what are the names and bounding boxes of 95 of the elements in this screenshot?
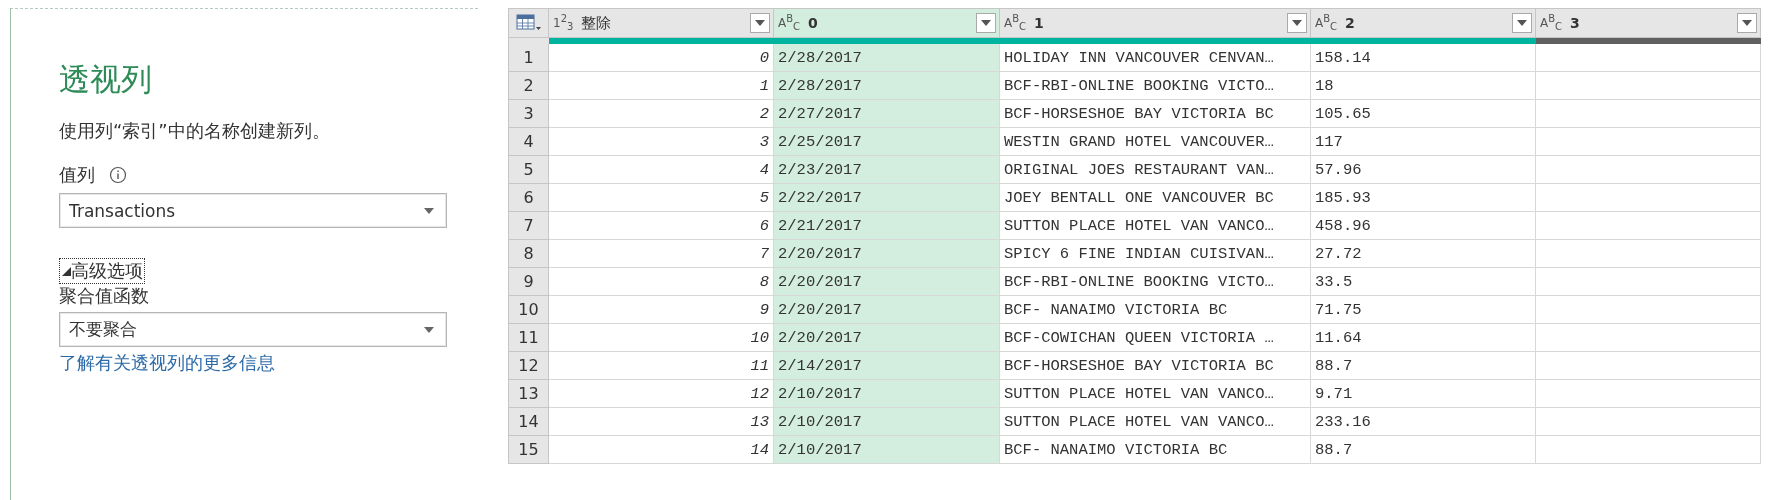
table-cell: BCF-COWICHAN QUEEN VICTORIA … bbox=[1000, 324, 1311, 352]
table-cell: 2/10/2017 bbox=[774, 408, 1000, 436]
caret-icon bbox=[424, 326, 434, 333]
table-cell: 2/10/2017 bbox=[774, 380, 1000, 408]
caret-icon bbox=[1517, 20, 1527, 26]
table-cell: 185.93 bbox=[1311, 184, 1536, 212]
table-cell: 2/22/2017 bbox=[774, 184, 1000, 212]
table-cell: ORIGINAL JOES RESTAURANT VAN… bbox=[1000, 156, 1311, 184]
row-number: 14 bbox=[508, 408, 549, 436]
table-cell: BCF-HORSESHOE BAY VICTORIA BC bbox=[1000, 100, 1311, 128]
row-number: 7 bbox=[508, 212, 549, 240]
table-menu-button[interactable] bbox=[508, 8, 549, 38]
table-cell: 458.96 bbox=[1311, 212, 1536, 240]
table-cell: 117 bbox=[1311, 128, 1536, 156]
table-cell: SUTTON PLACE HOTEL VAN VANCO… bbox=[1000, 408, 1311, 436]
advanced-options-toggle[interactable]: 高级选项 bbox=[59, 258, 145, 284]
table-cell: BCF- NANAIMO VICTORIA BC bbox=[1000, 436, 1311, 464]
table-cell: 18 bbox=[1311, 72, 1536, 100]
field-label: 聚合值函数 bbox=[59, 284, 149, 308]
table-cell: SPICY 6 FINE INDIAN CUISIVAN… bbox=[1000, 240, 1311, 268]
table-cell: 2/25/2017 bbox=[774, 128, 1000, 156]
row-number: 5 bbox=[508, 156, 549, 184]
dialog-title: 透视列 bbox=[59, 60, 152, 99]
table-cell: 2/20/2017 bbox=[774, 268, 1000, 296]
row-number: 10 bbox=[508, 296, 549, 324]
table-cell: BCF- NANAIMO VICTORIA BC bbox=[1000, 296, 1311, 324]
row-number: 8 bbox=[508, 240, 549, 268]
column-name: 3 bbox=[1570, 15, 1581, 31]
table-cell: WESTIN GRAND HOTEL VANCOUVER… bbox=[1000, 128, 1311, 156]
table-icon bbox=[515, 14, 542, 32]
filter-button[interactable] bbox=[1287, 13, 1307, 33]
table-cell: 2/14/2017 bbox=[774, 352, 1000, 380]
caret-icon bbox=[981, 20, 991, 26]
table-cell: 71.75 bbox=[1311, 296, 1536, 324]
table-cell: 2/10/2017 bbox=[774, 436, 1000, 464]
aggregate-dropdown[interactable]: 不要聚合 bbox=[59, 312, 447, 347]
caret-icon bbox=[1742, 20, 1752, 26]
row-number: 11 bbox=[508, 324, 549, 352]
row-number: 9 bbox=[508, 268, 549, 296]
column-header[interactable]: A$^{B}$$_{C}$ 2 bbox=[1311, 8, 1536, 38]
caret-icon bbox=[755, 20, 765, 26]
column-header[interactable]: A$^{B}$$_{C}$ 0 bbox=[774, 8, 1000, 38]
table-cell: SUTTON PLACE HOTEL VAN VANCO… bbox=[1000, 380, 1311, 408]
field-label: 值列 bbox=[59, 163, 95, 187]
info-icon bbox=[109, 166, 127, 184]
table-cell: 2/28/2017 bbox=[774, 72, 1000, 100]
row-number: 1 bbox=[508, 44, 549, 72]
table-cell: 2/20/2017 bbox=[774, 324, 1000, 352]
caret-icon bbox=[424, 207, 434, 214]
row-number: 6 bbox=[508, 184, 549, 212]
table-cell: 2/28/2017 bbox=[774, 44, 1000, 72]
column-header[interactable]: 1$^{2}$$_{3}$ 整除 bbox=[549, 8, 774, 38]
table-cell: 105.65 bbox=[1311, 100, 1536, 128]
filter-button[interactable] bbox=[750, 13, 770, 33]
table-cell: 88.7 bbox=[1311, 352, 1536, 380]
table-cell: 2/23/2017 bbox=[774, 156, 1000, 184]
table-cell: 57.96 bbox=[1311, 156, 1536, 184]
table-cell: 2/21/2017 bbox=[774, 212, 1000, 240]
table-cell: 9.71 bbox=[1311, 380, 1536, 408]
filter-button[interactable] bbox=[976, 13, 996, 33]
caret-icon bbox=[1292, 20, 1302, 26]
table-cell: 2/20/2017 bbox=[774, 296, 1000, 324]
table-cell: 14 bbox=[549, 436, 774, 464]
column-header[interactable]: A$^{B}$$_{C}$ 3 bbox=[1536, 8, 1761, 38]
table-cell: BCF-HORSESHOE BAY VICTORIA BC bbox=[1000, 352, 1311, 380]
table-cell: 33.5 bbox=[1311, 268, 1536, 296]
value-column-dropdown[interactable]: Transactions bbox=[59, 193, 447, 228]
row-number: 12 bbox=[508, 352, 549, 380]
row-number: 2 bbox=[508, 72, 549, 100]
column-name: 2 bbox=[1345, 15, 1356, 31]
row-number: 13 bbox=[508, 380, 549, 408]
column-header[interactable]: A$^{B}$$_{C}$ 1 bbox=[1000, 8, 1311, 38]
row-number: 3 bbox=[508, 100, 549, 128]
table-cell: 158.14 bbox=[1311, 44, 1536, 72]
table-cell: 88.7 bbox=[1311, 436, 1536, 464]
table-cell: SUTTON PLACE HOTEL VAN VANCO… bbox=[1000, 212, 1311, 240]
filter-button[interactable] bbox=[1512, 13, 1532, 33]
help-link[interactable]: 了解有关透视列的更多信息 bbox=[59, 351, 275, 375]
table-cell: BCF-RBI-ONLINE BOOKING VICTO… bbox=[1000, 268, 1311, 296]
table-cell: 233.16 bbox=[1311, 408, 1536, 436]
row-number: 4 bbox=[508, 128, 549, 156]
description: 使用列“索引”中的名称创建新列。 bbox=[59, 119, 330, 143]
table-cell: BCF-RBI-ONLINE BOOKING VICTO… bbox=[1000, 72, 1311, 100]
triangle-icon bbox=[61, 266, 71, 276]
filter-button[interactable] bbox=[1737, 13, 1757, 33]
table-cell: JOEY BENTALL ONE VANCOUVER BC bbox=[1000, 184, 1311, 212]
table-cell: 27.72 bbox=[1311, 240, 1536, 268]
column-name: 整除 bbox=[581, 13, 613, 33]
table-cell: 11.64 bbox=[1311, 324, 1536, 352]
table-cell: 2/20/2017 bbox=[774, 240, 1000, 268]
row-number: 15 bbox=[508, 436, 549, 464]
column-name: 0 bbox=[808, 15, 819, 31]
column-name: 1 bbox=[1034, 15, 1045, 31]
table-cell: 2/27/2017 bbox=[774, 100, 1000, 128]
table-cell: HOLIDAY INN VANCOUVER CENVAN… bbox=[1000, 44, 1311, 72]
